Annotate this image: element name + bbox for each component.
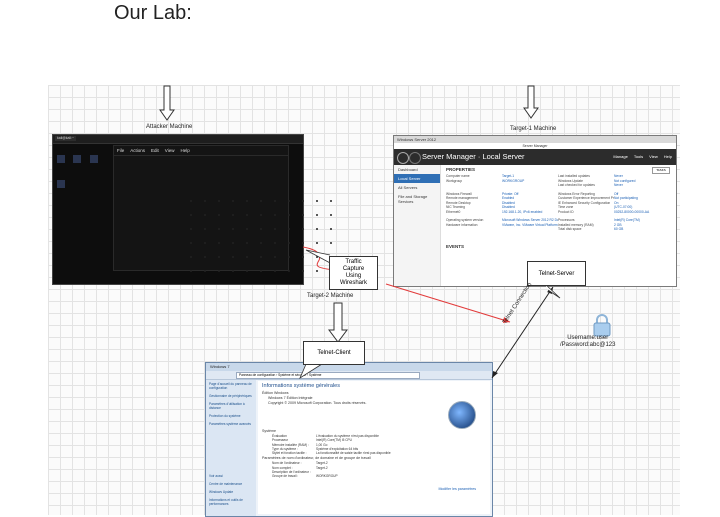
password-text: /Password:abc@123 [560, 342, 616, 348]
telnet-server-label: Telnet-Server [538, 270, 575, 277]
target2-arrow [328, 302, 348, 343]
capture-line-1: Traffic [345, 259, 362, 265]
capture-line-2: Capture [342, 266, 365, 272]
username-text: Username:user [567, 335, 609, 341]
attacker-arrow [159, 85, 175, 121]
telnet-arrow-head-bottom [492, 371, 498, 378]
credentials-label: Username:user /Password:abc@123 [560, 335, 615, 349]
attacker-label: Attacker Machine [146, 124, 193, 130]
target1-label: Target-1 Machine [510, 126, 557, 132]
capture-line-3: Using [345, 273, 362, 279]
telnet-client-callout: Telnet-Client [303, 341, 365, 365]
telnet-server-callout: Telnet-Server [527, 261, 586, 286]
capture-line-4: Wireshark [339, 280, 367, 286]
target1-arrow [523, 85, 539, 119]
traffic-capture-callout: Traffic Capture Using Wireshark [329, 256, 378, 290]
capture-line [385, 283, 511, 323]
target2-label: Target-2 Machine [307, 293, 354, 299]
telnet-client-label: Telnet-Client [317, 350, 351, 356]
